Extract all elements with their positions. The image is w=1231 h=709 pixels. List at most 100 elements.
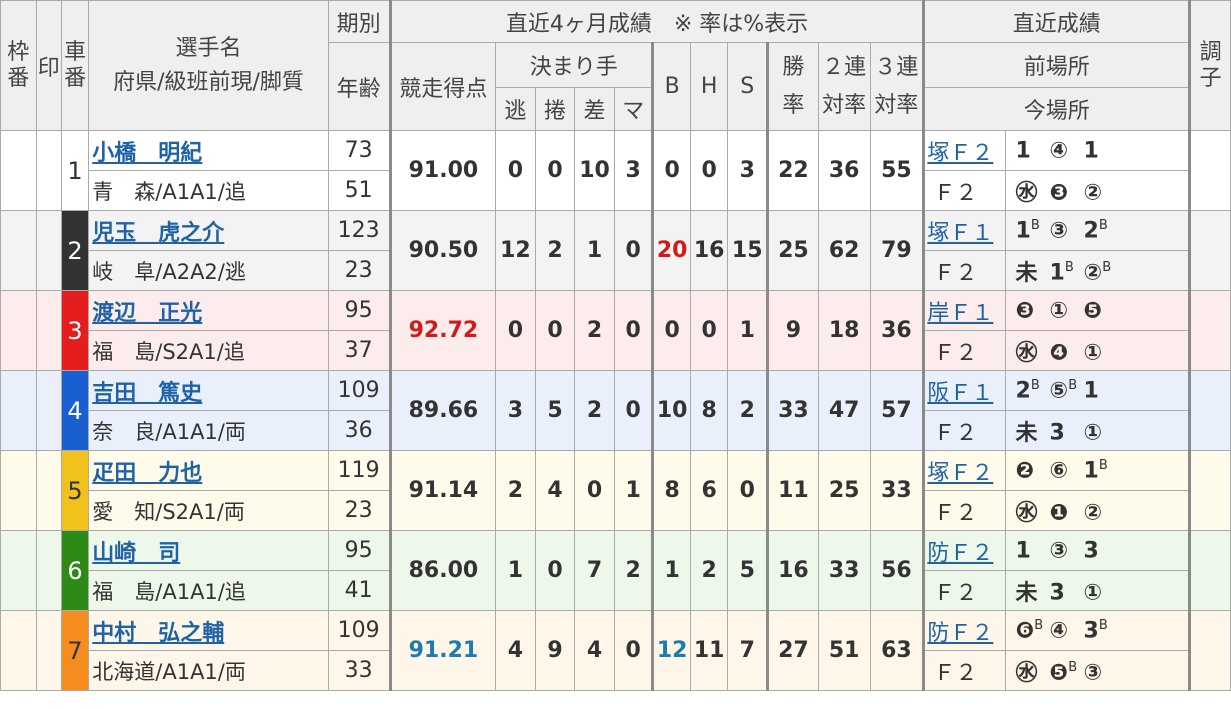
period: 73: [327, 130, 391, 171]
cur-track: Ｆ２: [922, 570, 1006, 611]
result-mark: 1: [1083, 138, 1099, 164]
result-mark: ③: [1049, 538, 1069, 564]
kimarite-mark: 0: [613, 290, 654, 371]
header-ren3-1: ３連: [874, 54, 919, 80]
car-number: 1: [60, 130, 90, 211]
race-score: 91.14: [388, 450, 497, 531]
result-mark: ④: [1049, 618, 1069, 644]
header-win-rate-1: 勝: [782, 54, 805, 80]
cur-results: 未3①: [1004, 570, 1191, 611]
condition-cell: [1188, 370, 1231, 451]
rider-name-cell: 山崎 司: [88, 530, 329, 571]
result-sup: B: [1064, 260, 1074, 276]
prev-track-link[interactable]: 塚Ｆ２: [922, 450, 1006, 491]
stat-s: 5: [727, 530, 769, 611]
ren2-rate: 47: [817, 370, 871, 451]
condition-cell: [1188, 290, 1231, 371]
result-mark: 2B: [1015, 377, 1040, 404]
header-recent4: 直近4ヶ月成績 ※ 率は%表示: [388, 0, 925, 43]
rider-name-link[interactable]: 中村 弘之輔: [92, 621, 224, 646]
stat-h: 8: [689, 370, 729, 451]
rider-row: 5 疋田 力也 119 91.14 2 4 0 1 8 6 0 11 25 33 塚Ｆ２ ❷ ⑥ 1B: [0, 450, 1231, 531]
result-mark: ②: [1083, 180, 1103, 206]
rider-pref-class: 奈 良/A1A1/両: [88, 410, 329, 451]
result-mark: 3: [1049, 580, 1065, 606]
ren3-rate: 33: [869, 450, 925, 531]
rider-name-link[interactable]: 渡辺 正光: [92, 301, 202, 326]
result-sup: B: [1030, 217, 1040, 233]
age: 33: [327, 650, 391, 691]
race-score: 90.50: [388, 210, 497, 291]
header-h: H: [689, 42, 729, 131]
stat-b: 0: [651, 130, 691, 211]
result-mark: 未: [1015, 420, 1038, 446]
result-mark: ❸: [1015, 298, 1035, 324]
waku-cell: [0, 290, 37, 371]
kimarite-nige: 3: [495, 370, 536, 451]
race-score: 91.21: [388, 610, 497, 691]
cur-track: Ｆ２: [922, 170, 1006, 211]
kimarite-makuri: 5: [534, 370, 576, 451]
prev-track-link[interactable]: 塚Ｆ１: [922, 210, 1006, 251]
kimarite-sashi: 1: [574, 210, 615, 291]
shirushi-cell[interactable]: [35, 290, 62, 371]
rider-name-link[interactable]: 小橋 明紀: [92, 141, 202, 166]
shirushi-cell[interactable]: [35, 210, 62, 291]
stat-s: 0: [727, 450, 769, 531]
header-waku: 枠番: [0, 0, 37, 131]
shirushi-cell[interactable]: [35, 450, 62, 531]
header-b: B: [651, 42, 691, 131]
prev-track-link[interactable]: 岸Ｆ１: [922, 290, 1006, 331]
kimarite-makuri: 0: [534, 530, 576, 611]
rider-name-link[interactable]: 山崎 司: [92, 541, 180, 566]
shirushi-cell[interactable]: [35, 530, 62, 611]
cur-track: Ｆ２: [922, 410, 1006, 451]
waku-cell: [0, 210, 37, 291]
prev-track-link[interactable]: 防Ｆ２: [922, 530, 1006, 571]
header-condition: 調子: [1188, 0, 1231, 131]
result-mark: 1: [1083, 378, 1099, 404]
ren2-rate: 25: [817, 450, 871, 531]
header-nenrei: 年齢: [327, 42, 391, 131]
stat-b: 0: [651, 290, 691, 371]
rider-row: 3 渡辺 正光 95 92.72 0 0 2 0 0 0 1 9 18 36 岸Ｆ１ ❸ ① ❺: [0, 290, 1231, 371]
result-mark: 1: [1015, 538, 1031, 564]
kimarite-sashi: 10: [574, 130, 615, 211]
result-mark: ①: [1083, 420, 1103, 446]
win-rate: 16: [766, 530, 819, 611]
kimarite-sashi: 0: [574, 450, 615, 531]
waku-cell: [0, 610, 37, 691]
header-name-line2: 府県/級班前現/脚質: [113, 69, 304, 95]
result-sup: B: [1034, 617, 1044, 633]
kimarite-mark: 0: [613, 210, 654, 291]
header-ren2-1: ２連: [822, 54, 867, 80]
header-kimarite: 決まり手: [495, 42, 654, 88]
result-mark: ①: [1083, 580, 1103, 606]
header-name: 選手名 府県/級班前現/脚質: [88, 0, 329, 131]
kimarite-makuri: 9: [534, 610, 576, 691]
rider-name-link[interactable]: 疋田 力也: [92, 461, 202, 486]
car-number: 2: [60, 210, 90, 291]
header-ren3-2: 対率: [874, 92, 919, 118]
result-sup: B: [1098, 617, 1108, 633]
kimarite-mark: 0: [613, 370, 654, 451]
shirushi-cell[interactable]: [35, 370, 62, 451]
header-mark: マ: [613, 87, 654, 131]
result-mark: ❻B: [1015, 617, 1044, 644]
shirushi-cell[interactable]: [35, 130, 62, 211]
result-mark: ❸: [1049, 180, 1069, 206]
kimarite-mark: 1: [613, 450, 654, 531]
kimarite-nige: 1: [495, 530, 536, 611]
result-mark: ❶: [1049, 500, 1069, 526]
shirushi-cell[interactable]: [35, 610, 62, 691]
prev-track-link[interactable]: 阪Ｆ１: [922, 370, 1006, 411]
condition-cell: [1188, 130, 1231, 211]
prev-track-link[interactable]: 塚Ｆ２: [922, 130, 1006, 171]
prev-track-link[interactable]: 防Ｆ２: [922, 610, 1006, 651]
rider-name-link[interactable]: 児玉 虎之介: [92, 221, 224, 246]
cur-results: ㊌ ❹ ①: [1004, 330, 1191, 371]
stat-h: 6: [689, 450, 729, 531]
result-mark: ⑥: [1049, 458, 1069, 484]
rider-name-link[interactable]: 吉田 篤史: [92, 381, 202, 406]
prev-results: 2B ⑤B 1: [1004, 370, 1191, 411]
